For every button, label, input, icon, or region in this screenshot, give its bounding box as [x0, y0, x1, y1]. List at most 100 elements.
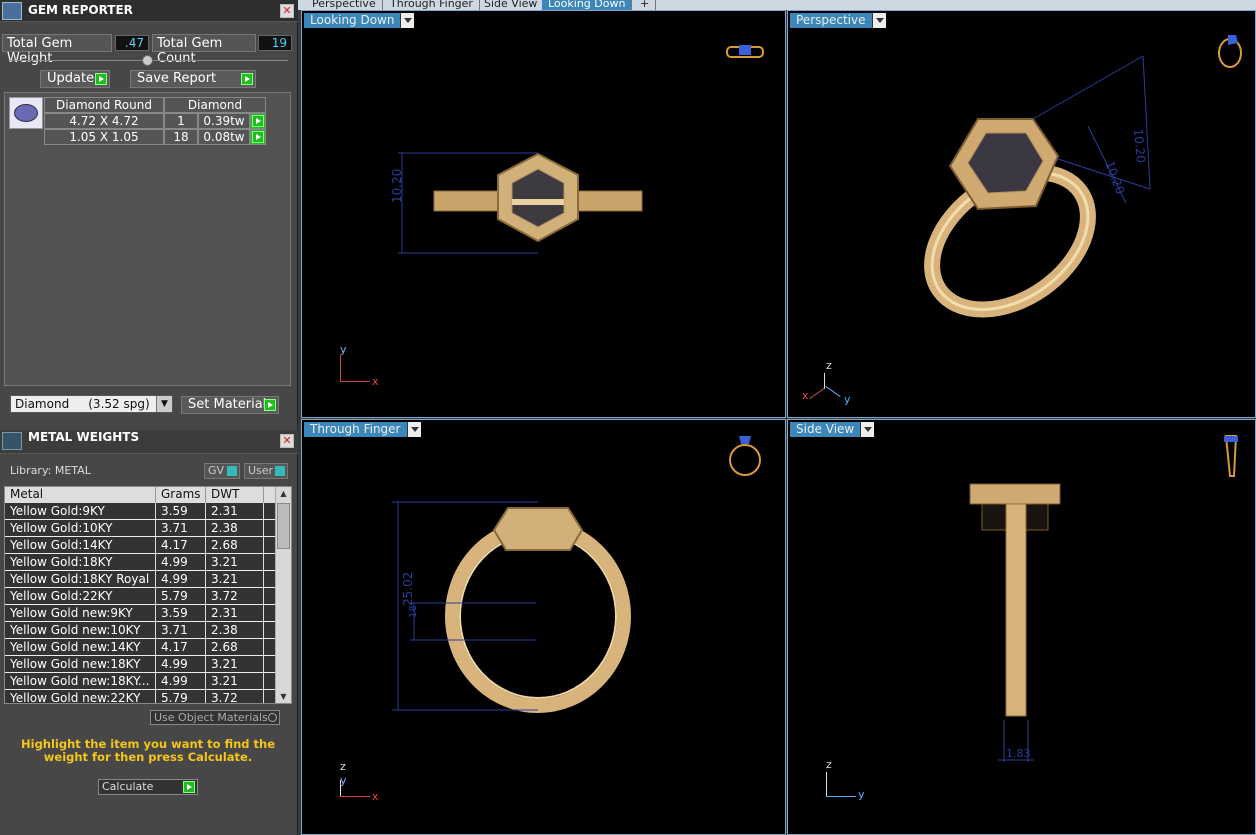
scroll-up-icon[interactable]: ▲ — [278, 489, 289, 500]
metal-table-scrollbar[interactable]: ▲ ▼ — [275, 487, 291, 703]
metal-dwt: 2.68 — [206, 639, 264, 656]
axis-x-label: x — [802, 389, 809, 402]
metal-grams: 4.99 — [156, 571, 206, 588]
metal-dwt: 2.68 — [206, 537, 264, 554]
save-report-label: Save Report — [137, 71, 217, 86]
gem-reporter-titlebar: GEM REPORTER ✕ — [0, 0, 298, 22]
dim-label: 10.20 — [1131, 128, 1148, 163]
metal-name: Yellow Gold new:10KY — [5, 622, 156, 639]
metal-dwt: 2.31 — [206, 503, 264, 520]
scroll-down-icon[interactable]: ▼ — [278, 692, 289, 703]
metal-name: Yellow Gold new:9KY — [5, 605, 156, 622]
axis-y-label: y — [340, 774, 347, 787]
update-button[interactable]: Update — [40, 70, 110, 88]
metal-name: Yellow Gold:14KY — [5, 537, 156, 554]
gem-reporter-title: GEM REPORTER — [28, 3, 133, 17]
gv-toggle[interactable]: GV — [204, 463, 240, 479]
metal-dwt: 3.21 — [206, 656, 264, 673]
view-gizmo-icon — [729, 436, 761, 476]
play-icon — [264, 399, 276, 411]
calculate-button[interactable]: Calculate — [98, 779, 198, 795]
tab-add[interactable]: + — [634, 0, 657, 10]
metal-weights-titlebar: METAL WEIGHTS ✕ — [0, 430, 298, 454]
table-row[interactable]: Yellow Gold new:22KY 5.79 3.72 — [5, 690, 277, 703]
set-material-button[interactable]: Set Material — [181, 396, 279, 414]
dim-label: 1.83 — [1006, 747, 1031, 760]
table-row[interactable]: Yellow Gold:14KY 4.17 2.68 — [5, 537, 277, 554]
viewport-perspective[interactable]: Perspective 10.20 10.20 z x y — [787, 10, 1256, 418]
use-object-materials-checkbox[interactable]: Use Object Materials — [150, 710, 280, 725]
table-row[interactable]: Yellow Gold new:14KY 4.17 2.68 — [5, 639, 277, 656]
axis-y-label: y — [340, 343, 347, 356]
gem-size[interactable]: 4.72 X 4.72 — [44, 113, 164, 129]
table-row[interactable]: Yellow Gold:9KY 3.59 2.31 — [5, 503, 277, 520]
close-icon[interactable]: ✕ — [280, 434, 294, 448]
ring-side-render: 1.83 — [969, 435, 1238, 762]
toggle-icon — [275, 466, 285, 476]
metal-grams: 3.59 — [156, 605, 206, 622]
view-tabs: Perspective Through Finger Side View Loo… — [298, 0, 1256, 10]
gem-count: 1 — [164, 113, 198, 129]
metal-grams: 3.71 — [156, 622, 206, 639]
metal-name: Yellow Gold:22KY — [5, 588, 156, 605]
table-row[interactable]: Yellow Gold:22KY 5.79 3.72 — [5, 588, 277, 605]
viewport-through-finger[interactable]: Through Finger 25.02 18 z y x — [301, 419, 786, 835]
table-row[interactable]: Yellow Gold:10KY 3.71 2.38 — [5, 520, 277, 537]
play-icon — [241, 73, 253, 85]
material-select-value: Diamond (3.52 spg) — [15, 397, 150, 411]
tab-looking-down[interactable]: Looking Down — [542, 0, 633, 10]
gem-size[interactable]: 1.05 X 1.05 — [44, 129, 164, 145]
tab-through-finger[interactable]: Through Finger — [384, 0, 480, 10]
material-select[interactable]: Diamond (3.52 spg) ▼ — [10, 395, 173, 413]
metal-dwt: 2.31 — [206, 605, 264, 622]
metal-grams: 5.79 — [156, 690, 206, 703]
dim-label: 10.20 — [1102, 159, 1127, 196]
metal-name: Yellow Gold new:18KY — [5, 656, 156, 673]
update-label: Update — [47, 71, 95, 86]
metal-name: Yellow Gold new:18KY... — [5, 673, 156, 690]
ring-top-render: 10.20 — [390, 45, 764, 254]
table-row[interactable]: Yellow Gold new:18KY... 4.99 3.21 — [5, 673, 277, 690]
user-toggle[interactable]: User — [244, 463, 288, 479]
left-panel: GEM REPORTER ✕ Total Gem Weight .47 Tota… — [0, 0, 298, 835]
tab-perspective[interactable]: Perspective — [306, 0, 383, 10]
metal-dwt: 3.21 — [206, 554, 264, 571]
viewport-looking-down[interactable]: Looking Down 10.20 y x — [301, 10, 786, 418]
col-grams[interactable]: Grams — [156, 487, 206, 503]
metal-grams: 5.79 — [156, 588, 206, 605]
viewport-side-view[interactable]: Side View 1.83 z y — [787, 419, 1256, 835]
save-report-button[interactable]: Save Report — [130, 70, 256, 88]
play-icon — [252, 115, 264, 127]
scroll-thumb[interactable] — [277, 503, 290, 549]
table-row[interactable]: Yellow Gold new:18KY 4.99 3.21 — [5, 656, 277, 673]
select-gem-button[interactable] — [250, 129, 266, 145]
metal-dwt: 3.72 — [206, 690, 264, 703]
table-row[interactable]: Yellow Gold:18KY 4.99 3.21 — [5, 554, 277, 571]
metal-grams: 3.59 — [156, 503, 206, 520]
metal-weights-title: METAL WEIGHTS — [28, 430, 140, 444]
metal-grams: 4.17 — [156, 537, 206, 554]
metal-grams: 4.17 — [156, 639, 206, 656]
metal-name: Yellow Gold:10KY — [5, 520, 156, 537]
ring-perspective-render: 10.20 10.20 — [924, 35, 1242, 318]
table-row[interactable]: Yellow Gold new:10KY 3.71 2.38 — [5, 622, 277, 639]
select-gem-button[interactable] — [250, 113, 266, 129]
metal-name: Yellow Gold:18KY Royal — [5, 571, 156, 588]
table-row[interactable]: Yellow Gold:18KY Royal 4.99 3.21 — [5, 571, 277, 588]
gem-reporter-icon — [2, 2, 22, 20]
close-icon[interactable]: ✕ — [280, 4, 294, 18]
metal-dwt: 3.21 — [206, 571, 264, 588]
col-metal[interactable]: Metal — [5, 487, 156, 503]
play-icon — [183, 781, 195, 793]
play-icon — [95, 73, 107, 85]
metal-name: Yellow Gold:9KY — [5, 503, 156, 520]
user-label: User — [248, 464, 274, 477]
play-icon — [252, 131, 264, 143]
splitter-handle[interactable] — [142, 55, 153, 66]
axis-x-label: x — [372, 790, 379, 803]
tab-side-view[interactable]: Side View — [478, 0, 545, 10]
radio-icon — [268, 713, 277, 722]
gem-table: Diamond Round Diamond 4.72 X 4.72 1 0.39… — [4, 92, 291, 386]
table-row[interactable]: Yellow Gold new:9KY 3.59 2.31 — [5, 605, 277, 622]
col-dwt[interactable]: DWT — [206, 487, 264, 503]
